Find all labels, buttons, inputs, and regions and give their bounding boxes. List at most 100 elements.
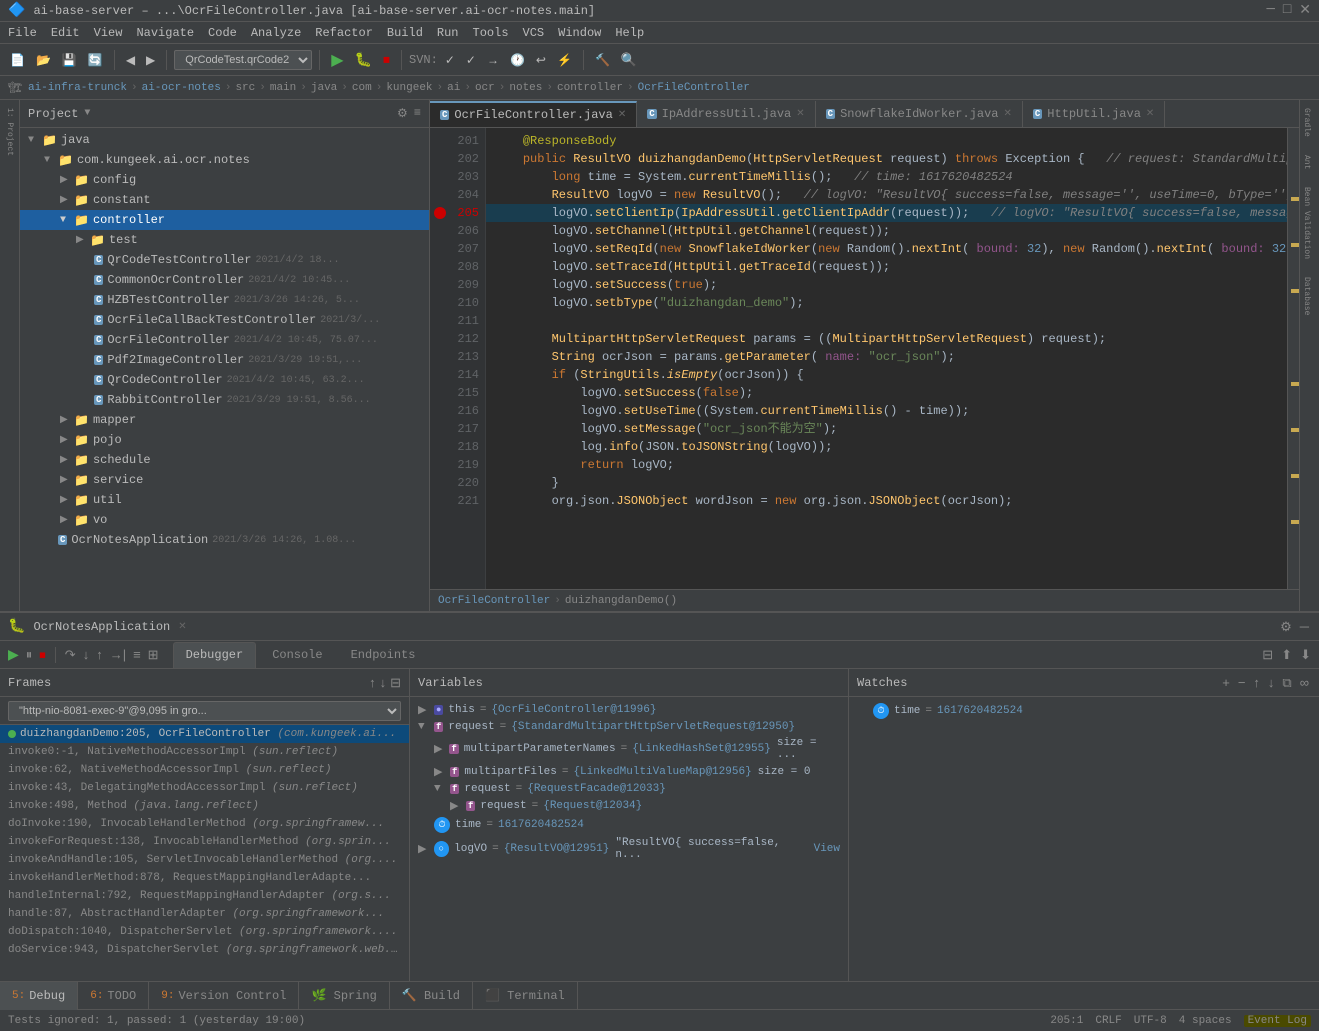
tree-constant[interactable]: ▶ 📁 constant (20, 190, 429, 210)
watch-remove-btn[interactable]: − (1236, 673, 1248, 692)
stop-btn[interactable]: ⏹ (379, 49, 394, 70)
status-crlf[interactable]: CRLF (1095, 1015, 1121, 1027)
tab-snowflake[interactable]: C SnowflakeIdWorker.java ✕ (816, 101, 1023, 127)
bottom-tab-terminal[interactable]: ⬛ Terminal (473, 982, 578, 1010)
breadcrumb-item-10[interactable]: notes (509, 82, 542, 94)
var-request-inner[interactable]: ▼ f request = {RequestFacade@12033} (410, 781, 848, 797)
debug-filter-btn[interactable]: ⊟ (1260, 645, 1275, 665)
breadcrumb-item-11[interactable]: controller (557, 82, 623, 94)
debug-runtocursor-btn[interactable]: →| (108, 645, 128, 664)
tree-file-common[interactable]: C CommonOcrController 2021/4/2 10:45... (20, 270, 429, 290)
watch-item-time[interactable]: ⏱ time = 1617620482524 (849, 701, 1319, 721)
project-settings-icon[interactable]: ⚙ (397, 106, 408, 121)
breadcrumb-item-8[interactable]: ai (447, 82, 460, 94)
frame-filter-btn[interactable]: ⊟ (390, 675, 401, 691)
menu-view[interactable]: View (94, 26, 123, 40)
project-dropdown-icon[interactable]: ▼ (84, 108, 90, 119)
menu-run[interactable]: Run (437, 26, 459, 40)
watch-add-btn[interactable]: + (1220, 673, 1232, 692)
var-logvo[interactable]: ▶ ○ logVO = {ResultVO@12951} "ResultVO{ … (410, 835, 848, 863)
watch-up-btn[interactable]: ↑ (1251, 673, 1262, 692)
debug-session-close[interactable]: ✕ (178, 621, 186, 633)
open-btn[interactable]: 📂 (32, 51, 55, 69)
tab-close-httputil[interactable]: ✕ (1146, 108, 1154, 120)
close-btn[interactable]: ✕ (1299, 2, 1311, 19)
search-btn[interactable]: 🔍 (617, 50, 641, 70)
tree-pojo[interactable]: ▶ 📁 pojo (20, 430, 429, 450)
frame-item-3[interactable]: invoke:43, DelegatingMethodAccessorImpl … (0, 779, 409, 797)
tree-test[interactable]: ▶ 📁 test (20, 230, 429, 250)
bottom-tab-todo[interactable]: 6: TODO (78, 982, 149, 1010)
rtab-database[interactable]: Database (1300, 273, 1319, 319)
tab-debugger[interactable]: Debugger (173, 642, 257, 668)
menu-code[interactable]: Code (208, 26, 237, 40)
frame-down-btn[interactable]: ↓ (380, 675, 387, 690)
var-this[interactable]: ▶ ● this = {OcrFileController@11996} (410, 701, 848, 719)
var-request[interactable]: ▼ f request = {StandardMultipartHttpServ… (410, 719, 848, 735)
tree-file-callback[interactable]: C OcrFileCallBackTestController 2021/3/.… (20, 310, 429, 330)
menu-edit[interactable]: Edit (51, 26, 80, 40)
tree-file-hzb[interactable]: C HZBTestController 2021/3/26 14:26, 5..… (20, 290, 429, 310)
tab-close-iputil[interactable]: ✕ (796, 108, 804, 120)
menu-help[interactable]: Help (615, 26, 644, 40)
debug-stop-btn[interactable]: ⏹ (37, 645, 48, 665)
debug-evaluate-btn[interactable]: ≡ (131, 645, 143, 664)
debug-resume-btn[interactable]: ▶ (6, 644, 21, 665)
var-multipartparams[interactable]: ▶ f multipartParameterNames = {LinkedHas… (410, 735, 848, 763)
watch-down-btn[interactable]: ↓ (1266, 673, 1277, 692)
frame-item-9[interactable]: handleInternal:792, RequestMappingHandle… (0, 887, 409, 905)
breadcrumb-item-7[interactable]: kungeek (386, 82, 432, 94)
minimize-btn[interactable]: ─ (1266, 2, 1274, 19)
tree-vo[interactable]: ▶ 📁 vo (20, 510, 429, 530)
bottom-tab-vcs[interactable]: 9: Version Control (149, 982, 299, 1010)
frame-item-8[interactable]: invokeHandlerMethod:878, RequestMappingH… (0, 869, 409, 887)
tree-file-qrtest[interactable]: C QrCodeTestController 2021/4/2 18... (20, 250, 429, 270)
maximize-btn[interactable]: □ (1283, 2, 1291, 19)
vtab-1[interactable]: 1: Project (3, 104, 16, 160)
menu-analyze[interactable]: Analyze (251, 26, 301, 40)
new-file-btn[interactable]: 📄 (6, 51, 29, 69)
frame-up-btn[interactable]: ↑ (369, 675, 376, 690)
build-btn[interactable]: 🔨 (591, 51, 614, 69)
menu-build[interactable]: Build (387, 26, 423, 40)
debug-stepinto-btn[interactable]: ↓ (81, 645, 92, 664)
breadcrumb-item-2[interactable]: ai-ocr-notes (142, 82, 221, 94)
menu-tools[interactable]: Tools (473, 26, 509, 40)
project-collapse-icon[interactable]: ≡ (414, 106, 421, 121)
code-text[interactable]: @ResponseBody public ResultVO duizhangda… (486, 128, 1287, 589)
tree-java[interactable]: ▼ 📁 java (20, 130, 429, 150)
bottom-tab-spring[interactable]: 🌿 Spring (299, 982, 389, 1010)
rtab-ant[interactable]: Ant (1300, 151, 1319, 173)
vcs-commit-btn[interactable]: ✓ (462, 51, 480, 69)
menu-window[interactable]: Window (558, 26, 601, 40)
var-request-inner2[interactable]: ▶ f request = {Request@12034} (410, 797, 848, 815)
tree-package[interactable]: ▼ 📁 com.kungeek.ai.ocr.notes (20, 150, 429, 170)
tree-file-app[interactable]: C OcrNotesApplication 2021/3/26 14:26, 1… (20, 530, 429, 550)
tab-httputil[interactable]: C HttpUtil.java ✕ (1023, 101, 1165, 127)
frame-item-11[interactable]: doDispatch:1040, DispatcherServlet (org.… (0, 923, 409, 941)
status-indent[interactable]: 4 spaces (1179, 1015, 1232, 1027)
debug-frames-btn[interactable]: ⊞ (146, 645, 161, 665)
frame-item-2[interactable]: invoke:62, NativeMethodAccessorImpl (sun… (0, 761, 409, 779)
tree-service[interactable]: ▶ 📁 service (20, 470, 429, 490)
breadcrumb-item-3[interactable]: src (235, 82, 255, 94)
run-btn[interactable]: ▶ (327, 48, 347, 72)
vcs-update-btn[interactable]: ✓ (441, 51, 459, 69)
tab-close-snowflake[interactable]: ✕ (1004, 108, 1012, 120)
frame-item-4[interactable]: invoke:498, Method (java.lang.reflect) (0, 797, 409, 815)
tree-mapper[interactable]: ▶ 📁 mapper (20, 410, 429, 430)
frame-item-12[interactable]: doService:943, DispatcherServlet (org.sp… (0, 941, 409, 959)
frame-item-7[interactable]: invokeAndHandle:105, ServletInvocableHan… (0, 851, 409, 869)
back-btn[interactable]: ◀ (122, 51, 139, 69)
tree-file-ocrfile[interactable]: C OcrFileController 2021/4/2 10:45, 75.0… (20, 330, 429, 350)
breadcrumb-item-5[interactable]: java (311, 82, 337, 94)
vcs-history-btn[interactable]: 🕐 (506, 51, 529, 69)
frame-item-10[interactable]: handle:87, AbstractHandlerAdapter (org.s… (0, 905, 409, 923)
debug-btn[interactable]: 🐛 (351, 49, 376, 70)
bottom-tab-build[interactable]: 🔨 Build (390, 982, 473, 1010)
sync-btn[interactable]: 🔄 (84, 51, 107, 69)
vcs-push-btn[interactable]: → (483, 51, 503, 69)
debug-pause-btn[interactable]: ⏸ (24, 645, 35, 665)
tab-iputil[interactable]: C IpAddressUtil.java ✕ (637, 101, 815, 127)
debug-layout-btn[interactable]: ⬇ (1298, 645, 1313, 665)
